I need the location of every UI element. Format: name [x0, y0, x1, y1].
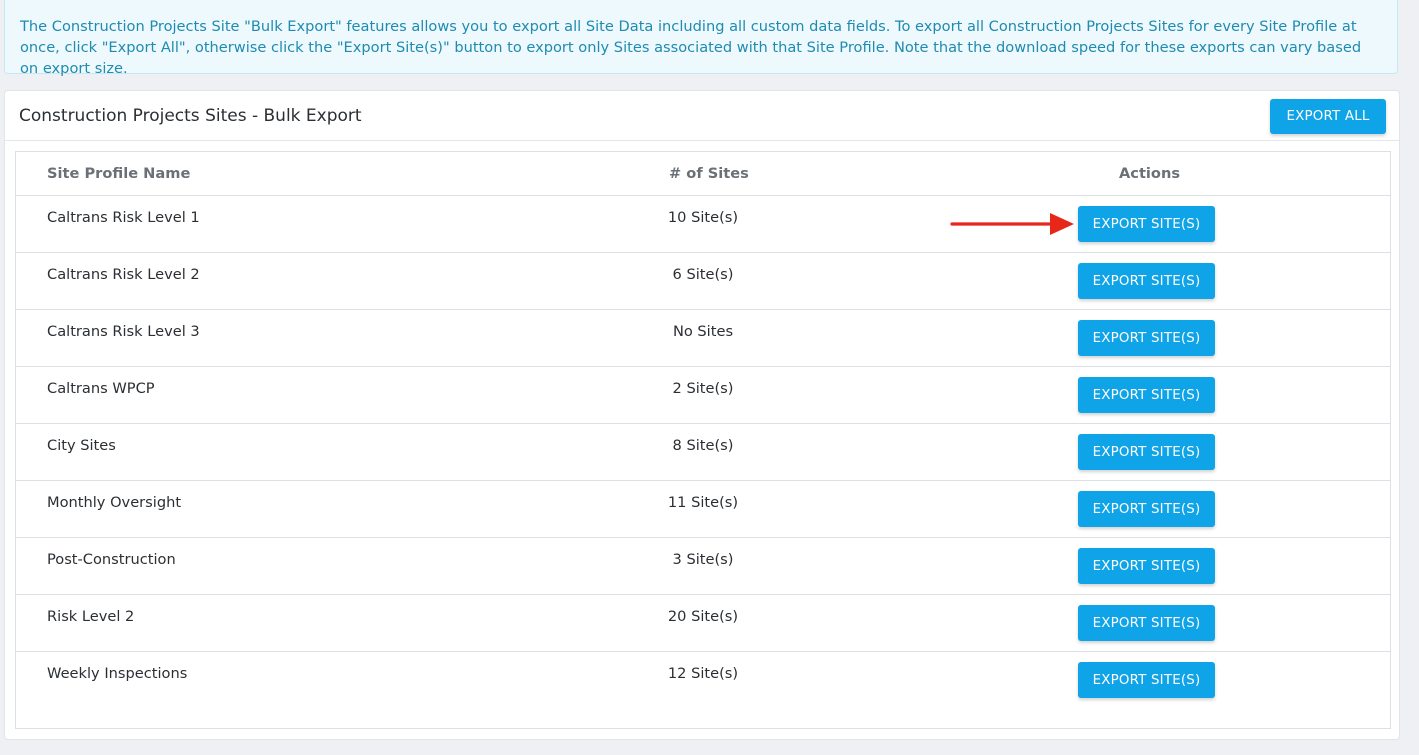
- site-profile-name: Weekly Inspections: [47, 665, 188, 682]
- site-count: 12 Site(s): [667, 665, 739, 682]
- table-row: City Sites 8 Site(s) EXPORT SITE(S): [16, 424, 1390, 481]
- site-count: 2 Site(s): [672, 380, 734, 397]
- site-count: 11 Site(s): [667, 494, 739, 511]
- site-profiles-table: Site Profile Name # of Sites Actions Cal…: [15, 151, 1391, 729]
- site-count: 6 Site(s): [672, 266, 734, 283]
- table-row: Monthly Oversight 11 Site(s) EXPORT SITE…: [16, 481, 1390, 538]
- site-profile-name: Caltrans Risk Level 1: [47, 209, 200, 226]
- site-count: 8 Site(s): [672, 437, 734, 454]
- site-profile-name: Post-Construction: [47, 551, 176, 568]
- table-row: Risk Level 2 20 Site(s) EXPORT SITE(S): [16, 595, 1390, 652]
- export-sites-button[interactable]: EXPORT SITE(S): [1078, 263, 1215, 299]
- site-count: No Sites: [672, 323, 734, 340]
- panel-header: Construction Projects Sites - Bulk Expor…: [5, 91, 1399, 141]
- site-profile-name: Monthly Oversight: [47, 494, 182, 511]
- site-profile-name: Risk Level 2: [47, 608, 135, 625]
- site-profile-name: Caltrans WPCP: [47, 380, 155, 397]
- info-banner: The Construction Projects Site "Bulk Exp…: [4, 0, 1398, 77]
- export-sites-button[interactable]: EXPORT SITE(S): [1078, 548, 1215, 584]
- site-profile-name: Caltrans Risk Level 3: [47, 323, 200, 340]
- site-profile-name: Caltrans Risk Level 2: [47, 266, 200, 283]
- export-sites-button[interactable]: EXPORT SITE(S): [1078, 206, 1215, 242]
- column-header-actions: Actions: [1119, 165, 1181, 182]
- export-sites-button[interactable]: EXPORT SITE(S): [1078, 320, 1215, 356]
- export-sites-button[interactable]: EXPORT SITE(S): [1078, 434, 1215, 470]
- table-row: Post-Construction 3 Site(s) EXPORT SITE(…: [16, 538, 1390, 595]
- site-count: 10 Site(s): [667, 209, 739, 226]
- table-row: Caltrans Risk Level 1 10 Site(s) EXPORT …: [16, 196, 1390, 253]
- export-all-button[interactable]: EXPORT ALL: [1270, 99, 1386, 134]
- table-row: Weekly Inspections 12 Site(s) EXPORT SIT…: [16, 652, 1390, 709]
- export-sites-button[interactable]: EXPORT SITE(S): [1078, 377, 1215, 413]
- export-sites-button[interactable]: EXPORT SITE(S): [1078, 491, 1215, 527]
- site-profile-name: City Sites: [47, 437, 116, 454]
- column-header-name: Site Profile Name: [47, 165, 191, 182]
- red-arrow-icon: [950, 213, 1074, 235]
- table-row: Caltrans WPCP 2 Site(s) EXPORT SITE(S): [16, 367, 1390, 424]
- export-sites-button[interactable]: EXPORT SITE(S): [1078, 605, 1215, 641]
- site-count: 3 Site(s): [672, 551, 734, 568]
- export-sites-button[interactable]: EXPORT SITE(S): [1078, 662, 1215, 698]
- info-banner-text: The Construction Projects Site "Bulk Exp…: [20, 18, 1362, 77]
- page-title: Construction Projects Sites - Bulk Expor…: [19, 106, 362, 126]
- bulk-export-panel: Construction Projects Sites - Bulk Expor…: [4, 90, 1400, 740]
- site-count: 20 Site(s): [667, 608, 739, 625]
- table-row: Caltrans Risk Level 2 6 Site(s) EXPORT S…: [16, 253, 1390, 310]
- table-header: Site Profile Name # of Sites Actions: [16, 152, 1390, 196]
- table-row: Caltrans Risk Level 3 No Sites EXPORT SI…: [16, 310, 1390, 367]
- column-header-count: # of Sites: [669, 165, 749, 182]
